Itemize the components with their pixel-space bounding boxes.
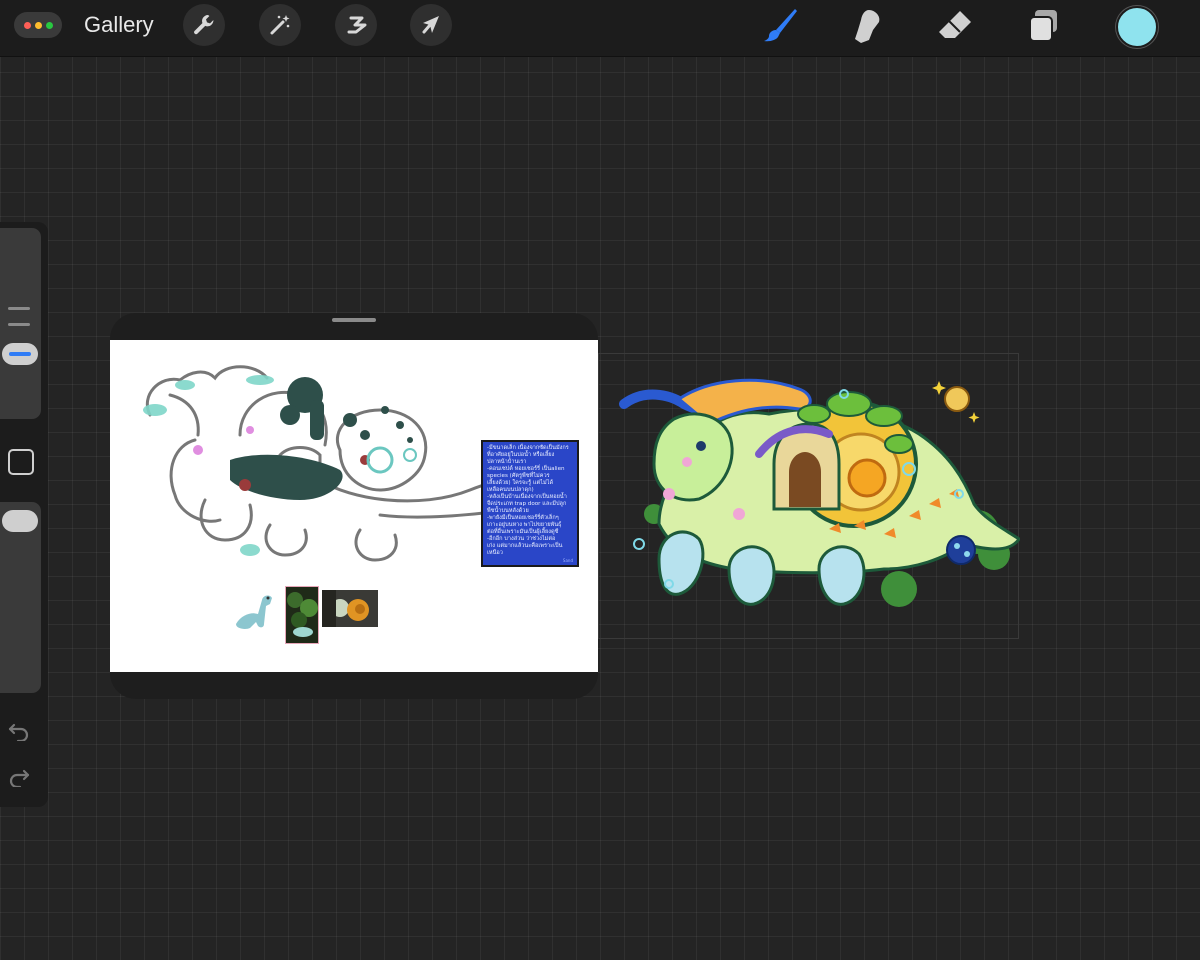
reference-note: -มีขนาดเล็ก เนื่องจากซัดเป็นมังกร ที่อาศ…	[481, 440, 579, 567]
note-line: ปลาหน้าบ้านเรา	[487, 459, 527, 465]
note-line: เหลือคนบนปลาดุก)	[487, 487, 534, 493]
note-line: เหนือว	[487, 550, 503, 556]
sidebar	[0, 222, 48, 807]
note-line: -มีขนาดเล็ก เนื่องจากซัดเป็นมังกร	[487, 445, 569, 451]
yellow-dot	[34, 21, 42, 29]
magic-wand-icon[interactable]	[259, 4, 301, 46]
dragon-snail-artwork	[619, 378, 1020, 607]
gallery-button[interactable]: Gallery	[84, 10, 154, 40]
note-line: ต่อที่อื่นเพราะมันเป็นผู้เลี้ยงดูซี	[487, 529, 559, 535]
brush-icon[interactable]	[758, 6, 800, 46]
reference-window[interactable]: -มีขนาดเล็ก เนื่องจากซัดเป็นมังกร ที่อาศ…	[110, 313, 598, 699]
note-line: -พายังมีเป็นหอยเชอร์รี่ตัวเล็กๆ	[487, 515, 559, 521]
color-swatch-button[interactable]	[1116, 6, 1158, 48]
redo-icon[interactable]	[6, 766, 32, 788]
reference-canvas: -มีขนาดเล็ก เนื่องจากซัดเป็นมังกร ที่อาศ…	[110, 340, 598, 672]
dino-figure-thumb	[236, 595, 272, 629]
note-line: จืดประเภท trap door และมีปลูก	[487, 501, 567, 507]
note-line: เกาะอยู่บนหาง พาไปขยายพันธุ์	[487, 522, 562, 528]
note-signature: Sand	[562, 558, 573, 563]
opacity-slider[interactable]	[0, 502, 41, 693]
selection-icon[interactable]	[335, 4, 377, 46]
plant-photo-thumb	[285, 586, 319, 644]
transform-arrow-icon[interactable]	[410, 4, 452, 46]
red-dot	[23, 21, 31, 29]
green-dot	[45, 21, 53, 29]
note-line: -อีกอีก บางส่วน ว่าช่วงไม่ต่อ	[487, 536, 556, 542]
note-line: ที่อาศัยอยู่ในบ่อน้ำ หรือเลี้ยง	[487, 452, 555, 458]
note-line: พืชน้ำบนหลังด้วย	[487, 508, 529, 514]
top-toolbar: Gallery	[0, 0, 1200, 57]
note-line: -คอนเซปต์ หอยเชอร์รี่ เป็นalien	[487, 466, 565, 472]
layers-icon[interactable]	[1022, 6, 1064, 46]
undo-icon[interactable]	[6, 720, 32, 742]
note-line: -หลังเป็นบ้านเนื่องจากเป็นหอยน้ำ	[487, 494, 567, 500]
opacity-knob[interactable]	[2, 510, 38, 532]
smudge-icon[interactable]	[846, 6, 888, 46]
note-line: เลี้ยงด้วย) ใครจะรู้ แต่ไม่ได้	[487, 480, 554, 486]
brush-size-slider[interactable]	[0, 228, 41, 419]
size-preset-tick[interactable]	[8, 307, 30, 310]
note-line: เก่ง แต่มากแล้วนะคือเพราะเป็น	[487, 543, 563, 549]
square-modify-icon[interactable]	[8, 449, 34, 475]
more-dots-icon[interactable]	[14, 12, 62, 38]
snail-photo-thumb	[322, 590, 378, 627]
canvas-frame[interactable]	[598, 353, 1020, 639]
eraser-icon[interactable]	[934, 6, 976, 46]
size-preset-tick[interactable]	[8, 323, 30, 326]
reference-drag-handle[interactable]	[332, 318, 376, 322]
brush-size-knob[interactable]	[2, 343, 38, 365]
wrench-icon[interactable]	[183, 4, 225, 46]
note-line: species (ศัตรูพืชที่ไม่ควร	[487, 473, 550, 479]
